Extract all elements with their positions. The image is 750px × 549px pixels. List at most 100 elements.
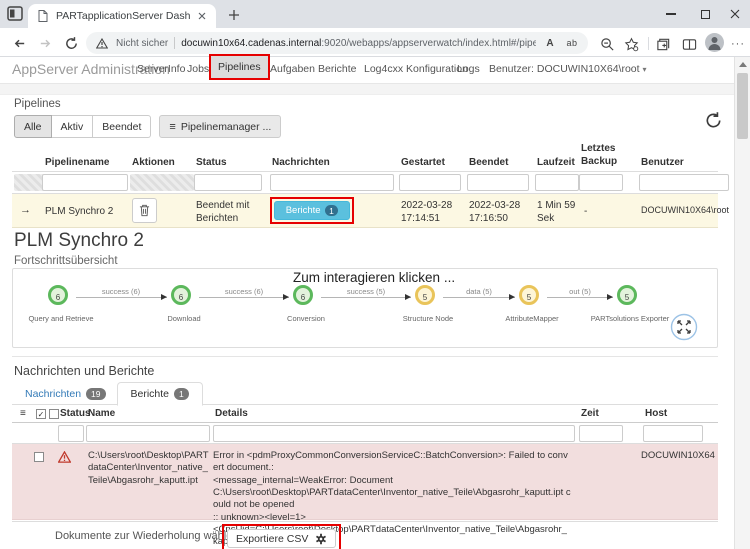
pipeline-beendet: 2022-03-28 17:16:50 xyxy=(469,200,521,224)
profile-avatar[interactable] xyxy=(705,33,724,52)
nav-berichte[interactable]: Berichte xyxy=(318,63,357,75)
tab-close-icon[interactable] xyxy=(195,9,209,23)
filter-status-input[interactable] xyxy=(58,425,84,442)
more-options-icon[interactable]: ··· xyxy=(729,35,747,53)
tab-title: PARTapplicationServer Dashboa xyxy=(56,10,190,22)
toolbar-divider xyxy=(648,37,649,50)
message-host: DOCUWIN10X64 xyxy=(641,450,715,461)
pipeline-node-conversion[interactable]: 6 xyxy=(293,285,313,305)
col-nachrichten: Nachrichten xyxy=(272,157,330,168)
expand-diagram-button[interactable] xyxy=(670,313,698,341)
nav-serverinfo[interactable]: ServerInfo xyxy=(137,63,185,75)
pipeline-diagram[interactable]: Zum interagieren klicken ... success (6)… xyxy=(12,268,718,348)
delete-pipeline-button[interactable] xyxy=(132,198,157,223)
scroll-up-arrow-icon[interactable] xyxy=(739,62,747,67)
messages-section-title: Nachrichten und Berichte xyxy=(14,364,155,378)
filter-gestartet-input[interactable] xyxy=(399,174,461,191)
col-name: Name xyxy=(88,408,116,419)
berichte-button-annotation: Berichte 1 xyxy=(270,197,354,224)
new-tab-button[interactable] xyxy=(226,7,242,23)
pipeline-node-attributemapper[interactable]: 5 xyxy=(519,285,539,305)
more-dots-glyph: ··· xyxy=(731,38,745,50)
browser-tab[interactable]: PARTapplicationServer Dashboa xyxy=(28,4,216,28)
node-label: Download xyxy=(167,314,201,323)
edge-label: success (5) xyxy=(346,287,386,296)
pipelinemanager-button[interactable]: ≡ Pipelinemanager ... xyxy=(159,115,282,138)
col-details: Details xyxy=(215,408,248,419)
page-favicon-icon xyxy=(35,8,51,24)
pipelines-table: Pipelinename Aktionen Status Nachrichten… xyxy=(12,143,729,228)
row-expand-arrow-icon[interactable]: → xyxy=(20,203,31,217)
refresh-pipelines-icon[interactable] xyxy=(704,111,724,131)
nav-pipelines-annotation: Pipelines xyxy=(209,54,270,80)
collections-icon[interactable] xyxy=(654,35,672,53)
footer-divider xyxy=(12,521,718,522)
vertical-scrollbar[interactable] xyxy=(734,57,750,549)
pipeline-node-partsolutions-exporter[interactable]: 5 xyxy=(617,285,637,305)
zoom-out-icon[interactable] xyxy=(598,35,616,53)
nav-user-menu[interactable]: Benutzer: DOCUWIN10X64\root ▾ xyxy=(489,63,647,75)
messages-tabs: Nachrichten 19 Berichte 1 xyxy=(14,381,203,406)
refresh-icon[interactable] xyxy=(62,34,80,52)
filter-host-input[interactable] xyxy=(643,425,703,442)
window-minimize-button[interactable] xyxy=(656,0,686,28)
detail-title: PLM Synchro 2 xyxy=(14,230,144,251)
select-all-checkbox-icon[interactable]: ✓ xyxy=(36,409,46,419)
message-row[interactable]: C:\Users\root\Desktop\PARTdataCenter\Inv… xyxy=(12,444,718,549)
filter-backup-input[interactable] xyxy=(579,174,623,191)
split-screen-icon[interactable] xyxy=(680,35,698,53)
col-gestartet: Gestartet xyxy=(401,157,445,168)
back-icon[interactable] xyxy=(10,34,28,52)
filter-pipelinename-input[interactable] xyxy=(42,174,128,191)
filter-aktiv-button[interactable]: Aktiv xyxy=(51,115,94,138)
pipeline-node-download[interactable]: 6 xyxy=(171,285,191,305)
nav-logs[interactable]: Logs xyxy=(457,63,480,75)
edge-line xyxy=(547,297,613,298)
export-csv-button[interactable]: Exportiere CSV xyxy=(227,529,337,548)
row-checkbox[interactable] xyxy=(34,452,44,462)
window-close-button[interactable] xyxy=(720,0,750,28)
filter-zeit-input[interactable] xyxy=(579,425,623,442)
select-none-checkbox-icon[interactable] xyxy=(49,409,59,419)
col-aktionen: Aktionen xyxy=(132,157,175,168)
menu-icon[interactable]: ≡ xyxy=(20,408,26,419)
berichte-button[interactable]: Berichte 1 xyxy=(274,201,350,220)
section-divider xyxy=(12,356,718,357)
filter-alle-button[interactable]: Alle xyxy=(14,115,52,138)
detail-subtitle: Fortschrittsübersicht xyxy=(14,255,118,267)
filter-beendet-input[interactable] xyxy=(467,174,529,191)
window-maximize-button[interactable] xyxy=(690,0,720,28)
retry-hint-label: Dokumente zur Wiederholung wählen xyxy=(55,530,239,542)
read-aloud-icon[interactable]: A xyxy=(542,35,558,51)
nav-pipelines[interactable]: Pipelines xyxy=(218,61,261,73)
tab-berichte-badge: 1 xyxy=(174,388,189,400)
pipeline-node-structure-node[interactable]: 5 xyxy=(415,285,435,305)
tab-nachrichten[interactable]: Nachrichten 19 xyxy=(14,383,117,405)
translate-icon[interactable]: ab xyxy=(564,35,580,51)
scrollbar-thumb[interactable] xyxy=(737,73,748,139)
not-secure-warning-icon xyxy=(94,35,110,51)
filter-details-input[interactable] xyxy=(213,425,575,442)
filter-nachrichten-input[interactable] xyxy=(270,174,394,191)
nav-jobs[interactable]: Jobs xyxy=(187,63,209,75)
address-bar[interactable]: Nicht sicher docuwin10x64.cadenas.intern… xyxy=(86,32,588,54)
col-pipelinename: Pipelinename xyxy=(45,157,110,168)
nav-aufgaben[interactable]: Aufgaben xyxy=(270,63,315,75)
edge-label: success (6) xyxy=(224,287,264,296)
pipeline-row[interactable]: → PLM Synchro 2 Beendet mit Berichten Be… xyxy=(12,194,729,228)
pipeline-node-query-and-retrieve[interactable]: 6 xyxy=(48,285,68,305)
filter-name-input[interactable] xyxy=(86,425,210,442)
filter-status-input[interactable] xyxy=(194,174,262,191)
nav-log4cxx[interactable]: Log4cxx Konfiguration xyxy=(364,63,468,75)
filter-laufzeit-input[interactable] xyxy=(535,174,579,191)
tab-actions-icon[interactable] xyxy=(7,6,24,22)
filter-benutzer-input[interactable] xyxy=(639,174,729,191)
pipelinemanager-label: Pipelinemanager ... xyxy=(180,120,272,133)
forward-icon[interactable] xyxy=(36,34,54,52)
tab-berichte[interactable]: Berichte 1 xyxy=(116,382,203,406)
gear-icon xyxy=(316,533,327,544)
filter-beendet-button[interactable]: Beendet xyxy=(93,115,152,138)
col-beendet: Beendet xyxy=(469,157,509,168)
pipeline-laufzeit: 1 Min 59 Sek xyxy=(537,200,576,224)
favorites-icon[interactable] xyxy=(622,35,640,53)
